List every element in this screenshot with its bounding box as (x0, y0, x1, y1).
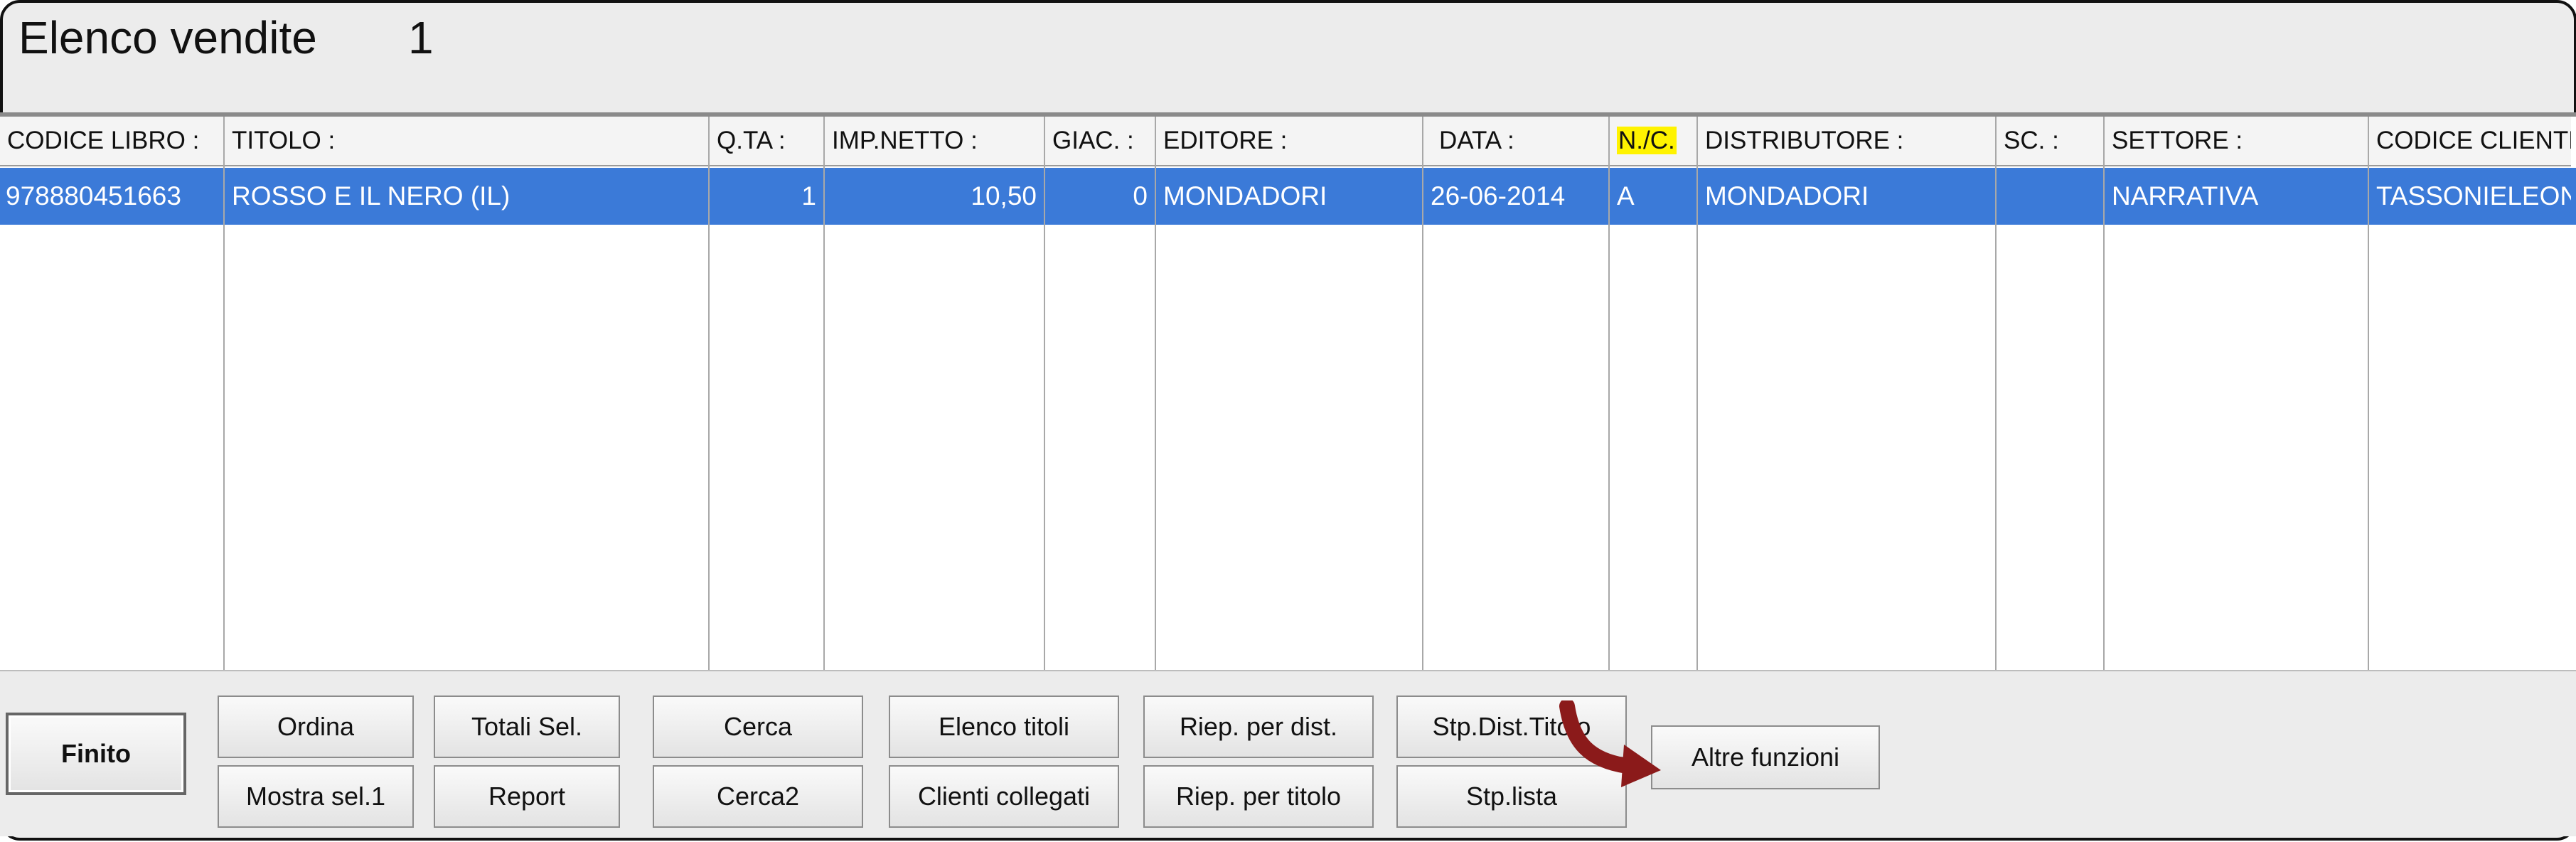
curved-arrow-icon (1559, 700, 1661, 787)
cell-nc: A (1617, 181, 1635, 210)
column-divider (2103, 117, 2105, 670)
mostra-sel-button[interactable]: Mostra sel.1 (218, 765, 414, 828)
column-divider (1995, 117, 1997, 670)
column-divider (2368, 117, 2369, 670)
window-title: Elenco vendite (18, 12, 317, 63)
cell-qta: 1 (801, 181, 816, 210)
cell-data: 26-06-2014 (1431, 181, 1566, 210)
clienti-collegati-button[interactable]: Clienti collegati (889, 765, 1119, 828)
elenco-titoli-button[interactable]: Elenco titoli (889, 696, 1119, 758)
col-nc-label: N./C. (1617, 127, 1677, 154)
cell-imp-netto: 10,50 (971, 181, 1037, 210)
col-giac[interactable]: GIAC. : (1045, 117, 1155, 165)
cell-codice-libro: 978880451663 (6, 181, 181, 210)
col-editore[interactable]: EDITORE : (1156, 117, 1422, 165)
cell-settore: NARRATIVA (2112, 181, 2259, 210)
col-distributore[interactable]: DISTRIBUTORE : (1698, 117, 1995, 165)
column-divider (1422, 117, 1423, 670)
col-nc[interactable]: N./C. (1610, 117, 1696, 165)
column-divider (1155, 117, 1156, 670)
cell-titolo: ROSSO E IL NERO (IL) (232, 181, 511, 210)
col-sc[interactable]: SC. : (1997, 117, 2103, 165)
col-codice-cliente[interactable]: CODICE CLIENTE (2369, 117, 2571, 165)
col-data[interactable]: DATA : (1432, 117, 1608, 165)
column-divider (823, 117, 825, 670)
cell-codice-cliente: TASSONIELEON (2376, 181, 2571, 210)
table-header: CODICE LIBRO : TITOLO : Q.TA : IMP.NETTO… (0, 117, 2571, 166)
totali-sel-button[interactable]: Totali Sel. (434, 696, 620, 758)
col-settore[interactable]: SETTORE : (2105, 117, 2368, 165)
column-divider (1696, 117, 1698, 670)
column-divider (223, 117, 225, 670)
col-qta[interactable]: Q.TA : (710, 117, 823, 165)
cerca-button[interactable]: Cerca (653, 696, 863, 758)
col-imp-netto[interactable]: IMP.NETTO : (825, 117, 1044, 165)
riep-dist-button[interactable]: Riep. per dist. (1143, 696, 1374, 758)
cerca2-button[interactable]: Cerca2 (653, 765, 863, 828)
column-divider (708, 117, 710, 670)
riep-titolo-button[interactable]: Riep. per titolo (1143, 765, 1374, 828)
cell-sc (1997, 168, 2103, 225)
record-count: 1 (408, 12, 434, 63)
finito-button[interactable]: Finito (6, 713, 186, 795)
ordina-button[interactable]: Ordina (218, 696, 414, 758)
column-divider (1044, 117, 1045, 670)
cell-giac: 0 (1133, 181, 1148, 210)
cell-distributore: MONDADORI (1705, 181, 1869, 210)
column-divider (1608, 117, 1610, 670)
report-button[interactable]: Report (434, 765, 620, 828)
table-row[interactable]: 978880451663 ROSSO E IL NERO (IL) 1 10,5… (0, 168, 2576, 225)
col-titolo[interactable]: TITOLO : (225, 117, 708, 165)
cell-editore: MONDADORI (1163, 181, 1327, 210)
col-codice-libro[interactable]: CODICE LIBRO : (0, 117, 223, 165)
